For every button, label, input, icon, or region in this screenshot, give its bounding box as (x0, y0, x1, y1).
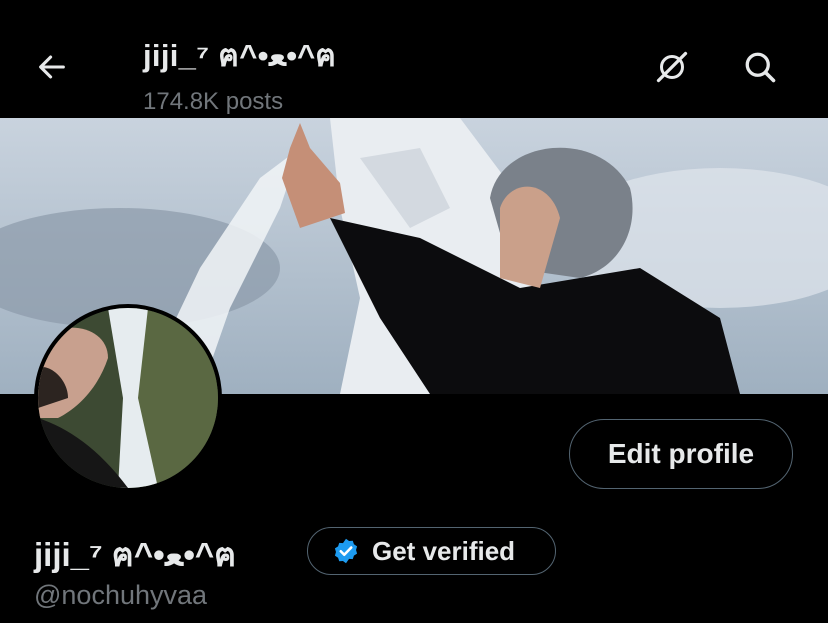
header-title-group: jiji_⁷ ฅ^•ﻌ•^ฅ 174.8K posts (143, 30, 336, 116)
grok-button[interactable] (650, 45, 694, 89)
edit-profile-button[interactable]: Edit profile (569, 419, 793, 489)
search-icon (745, 52, 776, 83)
get-verified-button[interactable]: Get verified (307, 527, 556, 575)
search-button[interactable] (738, 45, 782, 89)
get-verified-label: Get verified (372, 535, 516, 566)
header-title: jiji_⁷ ฅ^•ﻌ•^ฅ (143, 38, 337, 73)
back-button[interactable] (30, 45, 74, 89)
avatar-photo (38, 308, 218, 488)
avatar[interactable] (34, 304, 222, 492)
top-bar: jiji_⁷ ฅ^•ﻌ•^ฅ 174.8K posts (0, 0, 828, 118)
user-handle: @nochuhyvaa (34, 580, 208, 610)
arrow-left-icon (39, 55, 65, 79)
verified-badge-icon (334, 538, 358, 564)
post-count: 174.8K posts (143, 88, 284, 115)
display-name: jiji_⁷ ฅ^•ﻌ•^ฅ (34, 536, 237, 573)
grok-orbit-icon (656, 51, 688, 83)
